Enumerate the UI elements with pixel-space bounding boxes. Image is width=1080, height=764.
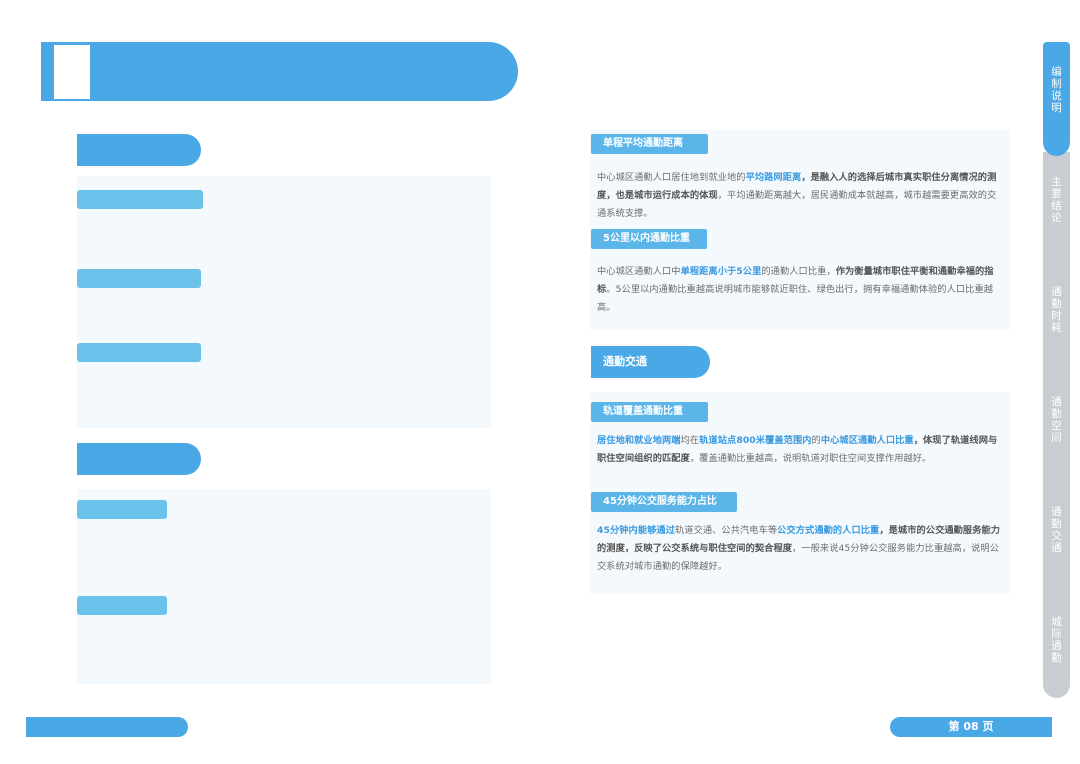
left-sub-pill-3 <box>77 343 201 362</box>
paragraph-rail-coverage-share: 居住地和就业地两端均在轨道站点800米覆盖范围内的中心城区通勤人口比重，体现了轨… <box>597 432 1002 468</box>
sidenav-item-commute-space[interactable]: 通勤空间 <box>1043 372 1070 482</box>
highlight-text: 公交方式通勤的人口比重 <box>777 525 880 536</box>
side-navigation: 编制说明 主要结论 通勤时耗 通勤空间 通勤交通 城际通勤 <box>1043 42 1070 698</box>
sidenav-label: 通勤交通 <box>1051 506 1062 554</box>
paragraph-within-5km-share: 中心城区通勤人口中单程距离小于5公里的通勤人口比重，作为衡量城市职住平衡和通勤幸… <box>597 263 1002 317</box>
text-run: 均在 <box>680 435 700 446</box>
highlight-text: 轨道站点800米覆盖范围内 <box>699 435 812 446</box>
text-run: 的 <box>811 435 821 446</box>
left-section-pill-2 <box>77 443 201 475</box>
sidenav-item-commute-time[interactable]: 通勤时耗 <box>1043 262 1070 372</box>
sidenav-item-compilation-notes[interactable]: 编制说明 <box>1043 42 1070 156</box>
sidenav-item-main-conclusions[interactable]: 主要结论 <box>1043 152 1070 262</box>
left-section-pill-1 <box>77 134 201 166</box>
paragraph-45min-transit-share: 45分钟内能够通过轨道交通、公共汽电车等公交方式通勤的人口比重，是城市的公交通勤… <box>597 522 1002 576</box>
text-run: 中心城区通勤人口中 <box>597 266 681 277</box>
section-title-commute-transport: 通勤交通 <box>591 346 710 378</box>
left-sub-pill-4 <box>77 500 167 519</box>
sidenav-label: 通勤时耗 <box>1051 286 1062 334</box>
text-run: 。5公里以内通勤比重越高说明城市能够就近职住、绿色出行，拥有幸福通勤体验的人口比… <box>597 284 994 313</box>
tag-within-5km-share: 5公里以内通勤比重 <box>591 229 707 249</box>
left-sub-pill-5 <box>77 596 167 615</box>
highlight-text: 中心城区通勤人口比重 <box>820 435 914 446</box>
tag-45min-transit-share: 45分钟公交服务能力占比 <box>591 492 737 512</box>
text-run: ，覆盖通勤比重越高，说明轨道对职住空间支撑作用越好。 <box>689 453 932 464</box>
text-run: 轨道交通、公共汽电车等 <box>675 525 778 536</box>
sidenav-label: 编制说明 <box>1051 66 1062 114</box>
page-number: 第 08 页 <box>890 717 1052 737</box>
highlight-text: 单程距离小于5公里 <box>680 266 762 277</box>
footer-left-bar <box>26 717 188 737</box>
sidenav-item-commute-transport[interactable]: 通勤交通 <box>1043 482 1070 592</box>
tag-rail-coverage-share: 轨道覆盖通勤比重 <box>591 402 708 422</box>
sidenav-label: 主要结论 <box>1051 176 1062 224</box>
left-sub-pill-2 <box>77 269 201 288</box>
highlight-text: 居住地和就业地两端 <box>597 435 681 446</box>
highlight-text: 平均路网距离 <box>745 172 802 183</box>
header-banner <box>41 42 518 101</box>
paragraph-avg-commute-distance: 中心城区通勤人口居住地到就业地的平均路网距离，是融入人的选择后城市真实职住分离情… <box>597 169 1002 223</box>
sidenav-item-intercity-commute[interactable]: 城际通勤 <box>1043 592 1070 698</box>
header-title-placeholder <box>54 45 90 99</box>
highlight-text: 45分钟内能够通过 <box>597 525 675 536</box>
sidenav-label: 通勤空间 <box>1051 396 1062 444</box>
left-content-panel-1 <box>77 176 491 428</box>
text-run: 中心城区通勤人口居住地到就业地的 <box>597 172 746 183</box>
sidenav-label: 城际通勤 <box>1051 616 1062 664</box>
tag-avg-commute-distance: 单程平均通勤距离 <box>591 134 708 154</box>
text-run: 的通勤人口比重， <box>761 266 836 277</box>
left-sub-pill-1 <box>77 190 203 209</box>
